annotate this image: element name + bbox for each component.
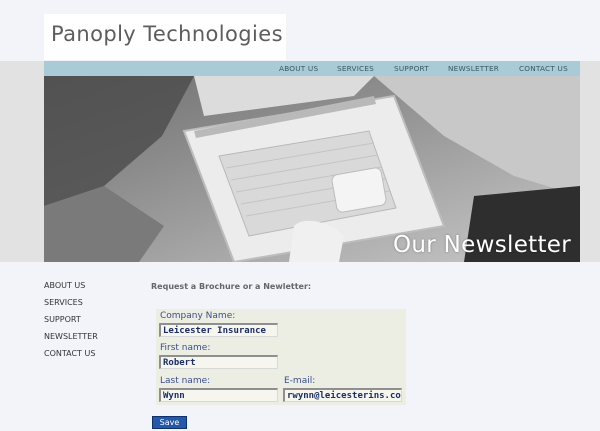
email-field[interactable]: rwynn@leicesterins.co.uk (283, 388, 402, 402)
top-nav-support[interactable]: SUPPORT (394, 64, 429, 73)
side-nav-support[interactable]: SUPPORT (44, 315, 81, 324)
company-name-field[interactable]: Leicester Insurance (159, 323, 278, 337)
last-name-label: Last name: (160, 376, 211, 386)
last-name-field[interactable]: Wynn (159, 388, 278, 402)
form-heading: Request a Brochure or a Newletter: (151, 282, 312, 291)
side-nav-newsletter[interactable]: NEWSLETTER (44, 332, 98, 341)
side-nav-services[interactable]: SERVICES (44, 298, 83, 307)
save-button[interactable]: Save (152, 416, 187, 429)
top-nav: ABOUT US SERVICES SUPPORT NEWSLETTER CON… (44, 61, 580, 76)
top-nav-about-us[interactable]: ABOUT US (279, 64, 318, 73)
first-name-label: First name: (160, 343, 211, 353)
top-nav-contact-us[interactable]: CONTACT US (519, 64, 568, 73)
side-nav-about-us[interactable]: ABOUT US (44, 281, 85, 290)
hero-banner: Our Newsletter (44, 76, 580, 262)
site-logo[interactable]: Panoply Technologies (51, 22, 283, 46)
first-name-field[interactable]: Robert (159, 355, 278, 369)
hero-title: Our Newsletter (393, 232, 571, 258)
top-nav-newsletter[interactable]: NEWSLETTER (448, 64, 499, 73)
company-name-label: Company Name: (160, 311, 236, 321)
side-nav-contact-us[interactable]: CONTACT US (44, 349, 95, 358)
email-label: E-mail: (284, 376, 316, 386)
top-nav-services[interactable]: SERVICES (337, 64, 374, 73)
